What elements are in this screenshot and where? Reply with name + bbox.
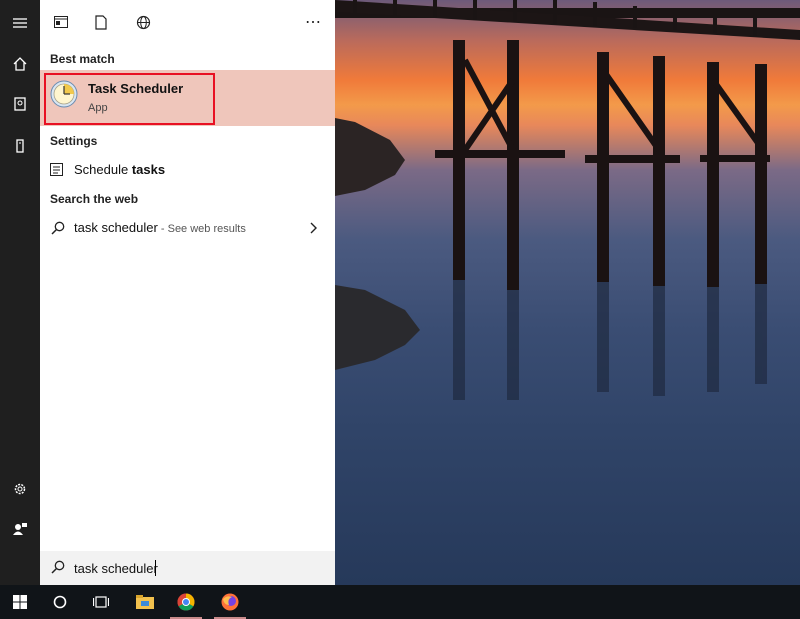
chrome-icon[interactable] — [166, 585, 206, 619]
tower-device-icon[interactable] — [0, 126, 40, 166]
search-input[interactable]: task scheduler — [74, 561, 158, 576]
web-search-result[interactable]: task scheduler - See web results — [40, 215, 335, 241]
file-explorer-icon[interactable] — [125, 585, 165, 619]
search-box[interactable]: task scheduler — [40, 551, 335, 585]
more-options-icon[interactable]: ⋯ — [304, 13, 322, 31]
settings-item-prefix: Schedule — [74, 162, 132, 177]
documents-icon[interactable] — [0, 84, 40, 124]
web-filter-icon[interactable] — [134, 13, 152, 31]
settings-schedule-tasks[interactable]: Schedule tasks — [40, 157, 335, 183]
start-rail — [0, 0, 40, 585]
best-match-subtitle: App — [88, 102, 108, 114]
web-hint: - See web results — [157, 223, 246, 235]
search-box-icon — [51, 560, 65, 574]
search-panel: ⋯ Best match Task Scheduler App Settings… — [40, 0, 335, 585]
task-scheduler-clock-icon — [50, 80, 78, 108]
taskbar — [0, 585, 800, 619]
cortana-circle-icon[interactable] — [40, 585, 80, 619]
settings-heading: Settings — [50, 134, 98, 148]
best-match-heading: Best match — [50, 52, 115, 66]
documents-filter-icon[interactable] — [92, 13, 110, 31]
settings-item-bold: tasks — [131, 162, 166, 177]
search-web-heading: Search the web — [50, 192, 139, 206]
search-filter-toolbar: ⋯ — [40, 0, 335, 44]
chevron-right-icon[interactable] — [310, 222, 318, 234]
task-view-icon[interactable] — [81, 585, 121, 619]
desktop-wallpaper — [335, 0, 800, 585]
user-feedback-icon[interactable] — [0, 509, 40, 549]
windows-start-icon[interactable] — [0, 585, 40, 619]
apps-filter-icon[interactable] — [52, 13, 70, 31]
settings-gear-icon[interactable] — [0, 469, 40, 509]
settings-list-icon — [50, 163, 63, 176]
web-query: task scheduler — [74, 220, 158, 235]
firefox-icon[interactable] — [210, 585, 250, 619]
hamburger-menu-icon[interactable] — [0, 3, 40, 43]
best-match-task-scheduler[interactable]: Task Scheduler App — [40, 70, 335, 126]
search-icon — [51, 221, 65, 235]
best-match-title: Task Scheduler — [88, 81, 184, 96]
home-icon[interactable] — [0, 44, 40, 84]
text-caret — [155, 560, 156, 576]
